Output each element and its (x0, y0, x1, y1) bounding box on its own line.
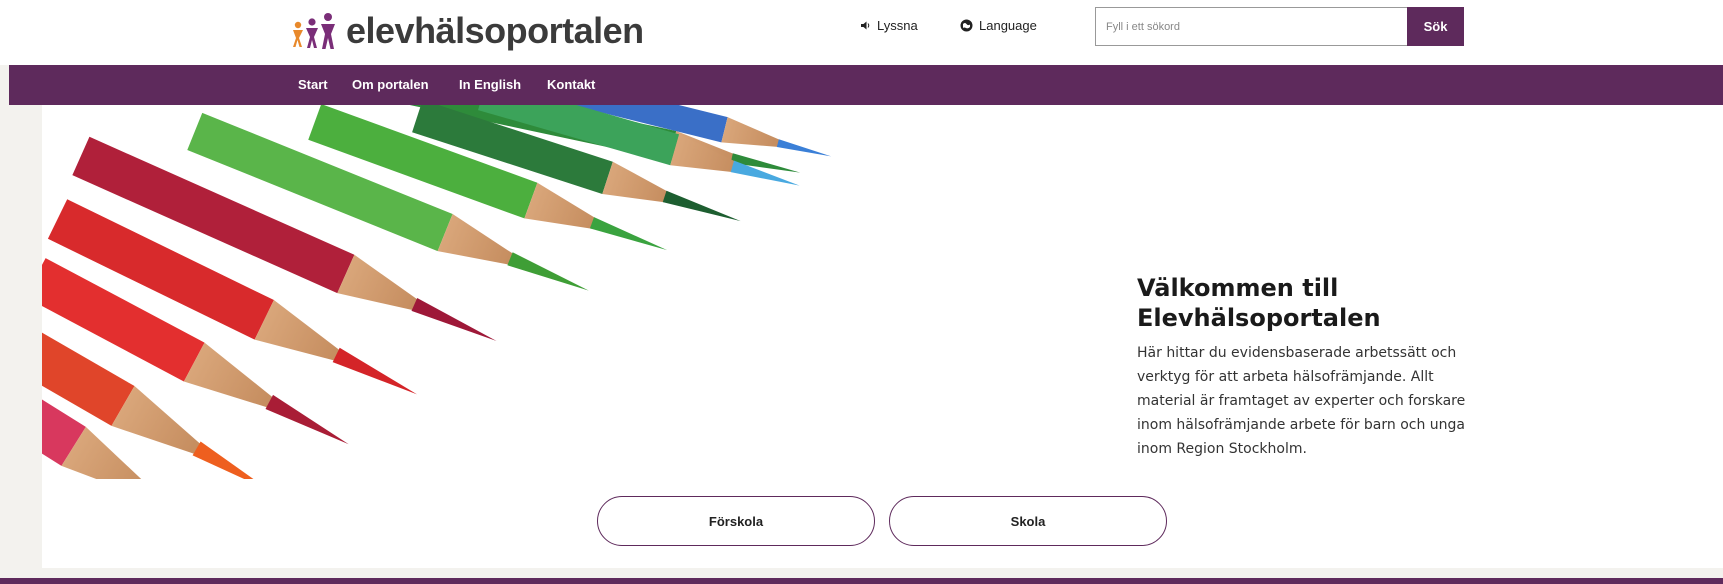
language-label: Language (979, 18, 1037, 33)
main-content: Välkommen till Elevhälsoportalen Här hit… (42, 105, 1723, 568)
welcome-body: Här hittar du evidensbaserade arbetssätt… (1137, 345, 1466, 457)
search-button[interactable]: Sök (1407, 7, 1464, 46)
main-nav: Start Om portalen In English Kontakt (9, 65, 1723, 105)
language-button[interactable]: Language (960, 18, 1037, 33)
site-header: elevhälsoportalen Lyssna Language Sök (0, 0, 1723, 65)
logo-text: elevhälsoportalen (346, 10, 644, 51)
site-logo[interactable]: elevhälsoportalen (290, 8, 644, 54)
nav-item-start[interactable]: Start (298, 77, 328, 92)
welcome-section: Välkommen till Elevhälsoportalen Här hit… (1137, 273, 1467, 461)
listen-button[interactable]: Lyssna (860, 18, 918, 33)
nav-item-in-english[interactable]: In English (459, 77, 521, 92)
welcome-title: Välkommen till Elevhälsoportalen (1137, 274, 1381, 332)
hero-image-colored-pencils (42, 105, 962, 479)
nav-item-om-portalen[interactable]: Om portalen (352, 77, 429, 92)
family-logo-icon (293, 13, 335, 49)
footer-divider (0, 578, 1723, 584)
nav-item-kontakt[interactable]: Kontakt (547, 77, 595, 92)
listen-label: Lyssna (877, 18, 918, 33)
search-input[interactable] (1095, 7, 1408, 46)
speaker-icon (861, 21, 870, 30)
pencils-illustration (42, 105, 832, 479)
globe-icon (960, 19, 973, 32)
preschool-button[interactable]: Förskola (597, 496, 875, 546)
school-button[interactable]: Skola (889, 496, 1167, 546)
